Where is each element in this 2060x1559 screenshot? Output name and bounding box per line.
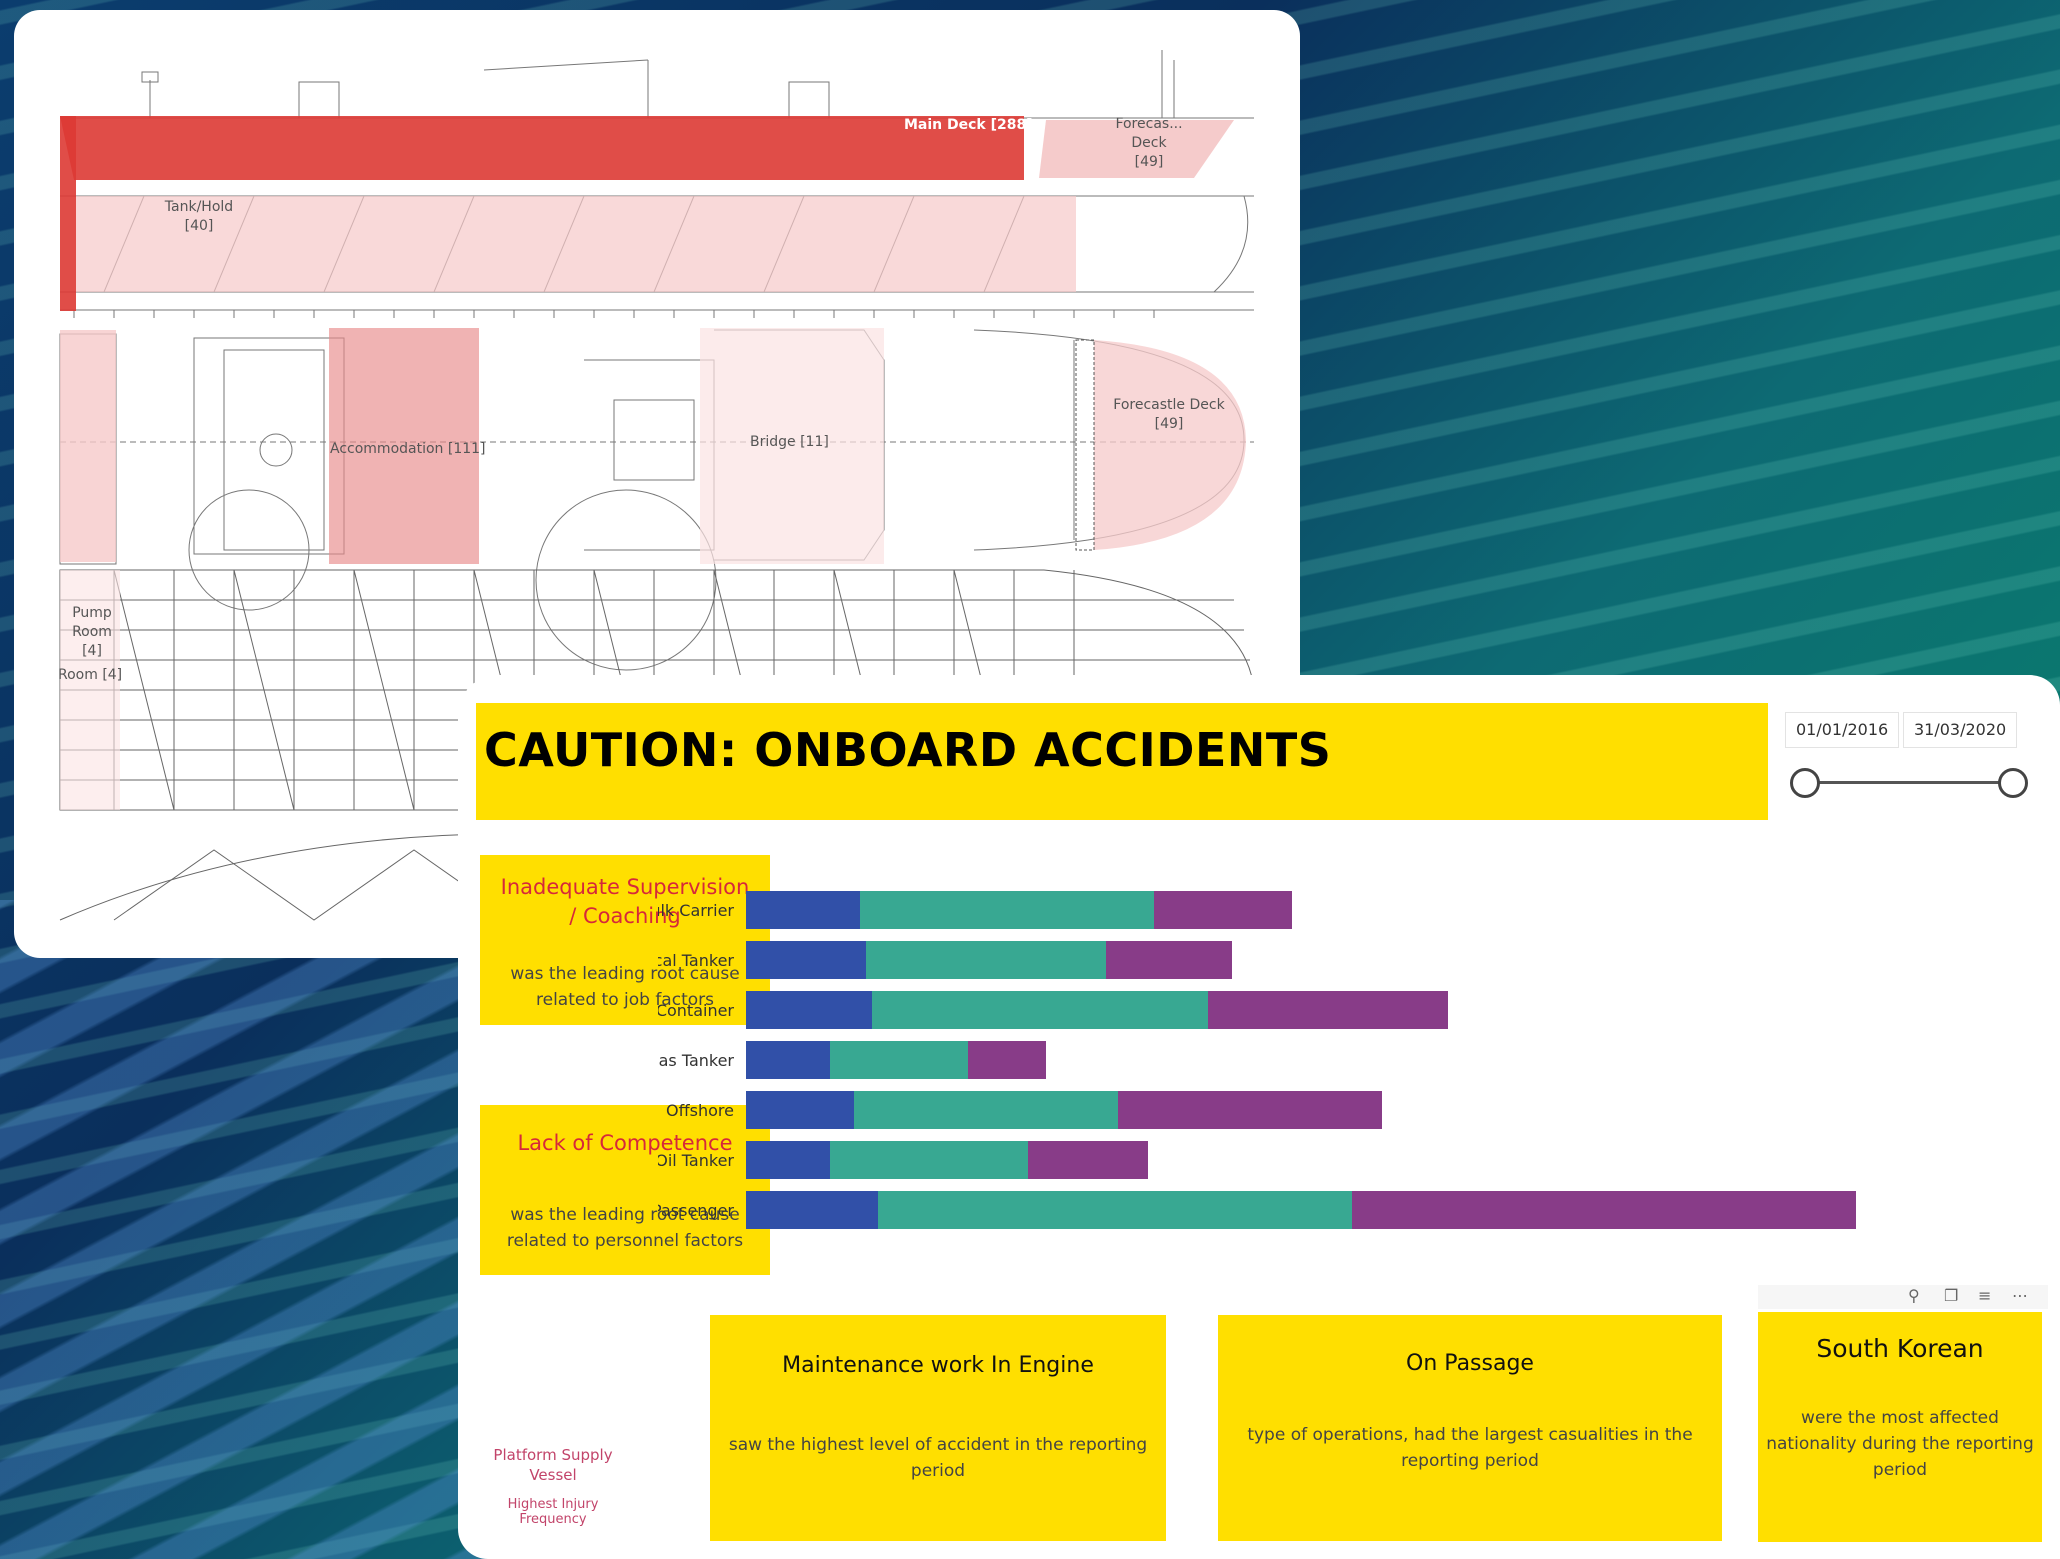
dashboard-card: CAUTION: ONBOARD ACCIDENTS 01/01/2016 31… — [458, 675, 2060, 1559]
forecastle-deck-label: Forecastle Deck [49] — [1094, 396, 1244, 434]
category-label: Container — [658, 1001, 734, 1020]
pin-icon[interactable]: ⚲ — [1908, 1286, 1920, 1305]
main-deck-zone — [60, 116, 1024, 180]
bar-segment-series-2[interactable] — [854, 1091, 1118, 1129]
bar-segment-series-3[interactable] — [968, 1041, 1046, 1079]
passage-title: On Passage — [1406, 1351, 1534, 1376]
bar-segment-series-3[interactable] — [1028, 1141, 1148, 1179]
psv-title-line2: Vessel — [529, 1466, 577, 1484]
bar-segment-series-2[interactable] — [866, 941, 1106, 979]
main-deck-label: Main Deck [288] — [904, 117, 1033, 133]
room-label: Room [4] — [58, 667, 123, 683]
page-title: CAUTION: ONBOARD ACCIDENTS — [484, 723, 1332, 777]
bar-segment-series-3[interactable] — [1352, 1191, 1856, 1229]
bar-segment-series-1[interactable] — [746, 891, 860, 929]
forecastle-top-line3: [49] — [1134, 154, 1164, 170]
forecastle-top-line1: Forecas... — [1115, 116, 1183, 132]
copy-icon[interactable]: ❐ — [1944, 1286, 1958, 1305]
maintenance-card: Maintenance work In Engine saw the highe… — [710, 1315, 1166, 1541]
bar-segment-series-3[interactable] — [1154, 891, 1292, 929]
maintenance-sub-line1: saw the highest level of accident in the… — [728, 1435, 1148, 1455]
pump-room-line2: Room — [72, 624, 112, 640]
forecastle-deck-zone — [1094, 340, 1246, 550]
tank-hold-label: Tank/Hold [40] — [144, 198, 254, 236]
bar-chart-svg: Bulk Carrier Chemical Tanker Container Gas … — [602, 891, 1856, 1279]
psv-title-line1: Platform Supply — [493, 1446, 613, 1464]
passage-sub-line1: type of operations, had the largest casu… — [1247, 1425, 1693, 1445]
pump-room-label: Pump Room [4] — [62, 604, 122, 661]
bar-segment-series-2[interactable] — [872, 991, 1208, 1029]
bar-segment-series-1[interactable] — [746, 941, 866, 979]
bar-segment-series-3[interactable] — [1208, 991, 1448, 1029]
date-start-field[interactable]: 01/01/2016 — [1785, 712, 1900, 748]
nationality-title: South Korean — [1816, 1334, 1984, 1363]
category-label: Chemical Tanker — [658, 951, 734, 970]
bar-segment-series-2[interactable] — [830, 1041, 968, 1079]
nationality-sub-line1: were the most affected — [1801, 1408, 1999, 1428]
bar-segment-series-1[interactable] — [746, 1191, 878, 1229]
pump-room-line3: [4] — [82, 643, 102, 659]
category-label: Bulk Carrier — [658, 901, 734, 920]
slider-end-handle[interactable] — [1998, 768, 2028, 798]
category-label: Oil Tanker — [658, 1151, 734, 1170]
passage-card: On Passage type of operations, had the l… — [1218, 1315, 1722, 1541]
bar-segment-series-3[interactable] — [1118, 1091, 1382, 1129]
accommodation-label: Accommodation [111] — [330, 441, 486, 457]
tank-hold-line2: [40] — [184, 218, 214, 234]
nationality-sub-line3: period — [1872, 1460, 1928, 1480]
date-range-slider[interactable] — [1809, 781, 2019, 784]
psv-title: Platform Supply Vessel — [478, 1445, 628, 1485]
tank-hold-line1: Tank/Hold — [164, 199, 234, 215]
filter-icon[interactable]: ≡ — [1978, 1286, 1991, 1305]
vessel-type-bar-chart: Bulk Carrier Chemical Tanker Container Gas … — [602, 885, 2038, 1279]
bar-segment-series-2[interactable] — [878, 1191, 1352, 1229]
maintenance-title: Maintenance work In Engine — [782, 1353, 1094, 1378]
nationality-card: South Korean were the most affected nati… — [1758, 1312, 2042, 1542]
forecastle-top-line2: Deck — [1131, 135, 1167, 151]
bar-segment-series-1[interactable] — [746, 1141, 830, 1179]
passage-sub-line2: reporting period — [1401, 1451, 1539, 1471]
slider-start-handle[interactable] — [1790, 768, 1820, 798]
maintenance-sub-line2: period — [910, 1461, 966, 1481]
forecastle-deck-line2: [49] — [1154, 416, 1184, 432]
visual-header-toolbar: ⚲ ❐ ≡ ⋯ — [1758, 1285, 2048, 1309]
date-end-field[interactable]: 31/03/2020 — [1903, 712, 2018, 748]
bar-segment-series-1[interactable] — [746, 991, 872, 1029]
nationality-sub-line2: nationality during the reporting — [1766, 1434, 2034, 1454]
category-label: Gas Tanker — [658, 1051, 734, 1070]
psv-subtitle: Highest Injury Frequency — [507, 1497, 599, 1527]
bar-segment-series-1[interactable] — [746, 1091, 854, 1129]
bar-segment-series-1[interactable] — [746, 1041, 830, 1079]
pump-room-line1: Pump — [72, 605, 112, 621]
bar-segment-series-2[interactable] — [860, 891, 1154, 929]
bridge-label: Bridge [11] — [750, 434, 829, 450]
forecastle-top-label: Forecas... Deck [49] — [1094, 115, 1204, 172]
title-banner: CAUTION: ONBOARD ACCIDENTS — [476, 703, 1768, 820]
category-label: Passenger — [658, 1201, 734, 1220]
bar-segment-series-2[interactable] — [830, 1141, 1028, 1179]
category-label: Offshore — [666, 1101, 734, 1120]
forecastle-deck-line1: Forecastle Deck — [1113, 397, 1225, 413]
bar-segment-series-3[interactable] — [1106, 941, 1232, 979]
more-icon[interactable]: ⋯ — [2012, 1286, 2028, 1305]
